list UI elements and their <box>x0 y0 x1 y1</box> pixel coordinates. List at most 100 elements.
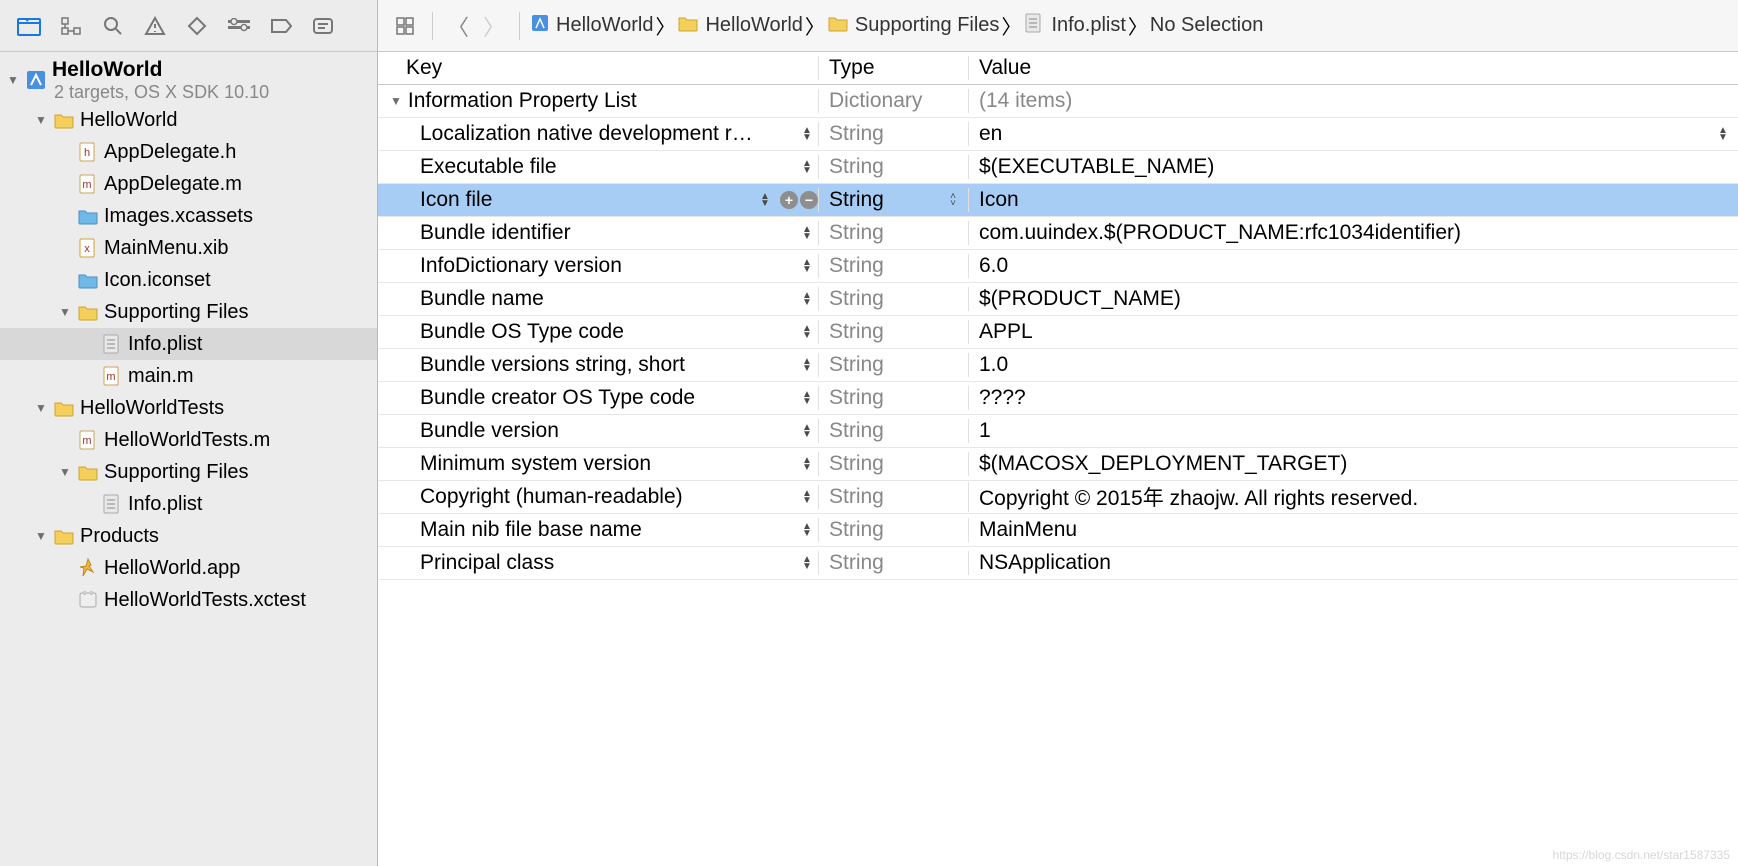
plist-row[interactable]: Bundle identifier▲▼Stringcom.uuindex.$(P… <box>378 217 1738 250</box>
folder-icon <box>677 13 699 39</box>
key-stepper-icon[interactable]: ▲▼ <box>800 292 814 306</box>
plist-value[interactable]: 6.0 <box>968 254 1738 278</box>
tree-row[interactable]: ▼HelloWorld <box>0 104 377 136</box>
plist-value[interactable]: $(MACOSX_DEPLOYMENT_TARGET) <box>968 452 1738 476</box>
key-stepper-icon[interactable]: ▲▼ <box>800 226 814 240</box>
assets-icon <box>76 204 100 228</box>
value-stepper-icon[interactable]: ▲▼ <box>1716 127 1730 141</box>
plist-key: Executable file <box>420 155 800 179</box>
tree-row[interactable]: ▼Products <box>0 520 377 552</box>
key-stepper-icon[interactable]: ▲▼ <box>800 490 814 504</box>
search-navigator-icon[interactable] <box>96 12 130 40</box>
plist-row[interactable]: Localization native development r…▲▼Stri… <box>378 118 1738 151</box>
plist-row[interactable]: Icon file▲▼+−String˄˅Icon <box>378 184 1738 217</box>
plist-value[interactable]: $(PRODUCT_NAME) <box>968 287 1738 311</box>
related-items-icon[interactable] <box>388 12 422 40</box>
plist-value[interactable]: Icon <box>968 188 1738 212</box>
plist-value[interactable]: Copyright © 2015年 zhaojw. All rights res… <box>968 482 1738 512</box>
tree-row[interactable]: HelloWorldTests.xctest <box>0 584 377 616</box>
key-stepper-icon[interactable]: ▲▼ <box>800 127 814 141</box>
plist-value[interactable]: $(EXECUTABLE_NAME) <box>968 155 1738 179</box>
symbol-navigator-icon[interactable] <box>54 12 88 40</box>
plist-value[interactable]: 1 <box>968 419 1738 443</box>
plist-row[interactable]: Copyright (human-readable)▲▼StringCopyri… <box>378 481 1738 514</box>
chevron-right-icon: 〉 <box>805 11 825 40</box>
key-stepper-icon[interactable]: ▲▼ <box>758 193 772 207</box>
header-value[interactable]: Value <box>968 56 1738 80</box>
plist-value[interactable]: APPL <box>968 320 1738 344</box>
tree-row[interactable]: Info.plist <box>0 328 377 360</box>
tree-row[interactable]: xMainMenu.xib <box>0 232 377 264</box>
plist-row[interactable]: Bundle name▲▼String$(PRODUCT_NAME) <box>378 283 1738 316</box>
tree-row[interactable]: HelloWorld.app <box>0 552 377 584</box>
plist-row[interactable]: InfoDictionary version▲▼String6.0 <box>378 250 1738 283</box>
plist-value[interactable]: en▲▼ <box>968 122 1738 146</box>
type-stepper-icon[interactable]: ˄˅ <box>946 193 960 207</box>
disclosure-triangle-icon[interactable]: ▼ <box>34 113 48 127</box>
key-stepper-icon[interactable]: ▲▼ <box>800 259 814 273</box>
header-type[interactable]: Type <box>818 56 968 80</box>
plist-value[interactable]: ???? <box>968 386 1738 410</box>
tree-row[interactable]: Icon.iconset <box>0 264 377 296</box>
tree-row[interactable]: mmain.m <box>0 360 377 392</box>
key-stepper-icon[interactable]: ▲▼ <box>800 325 814 339</box>
svg-text:m: m <box>82 435 91 447</box>
disclosure-triangle-icon[interactable]: ▼ <box>58 305 72 319</box>
tree-row[interactable]: ▼Supporting Files <box>0 296 377 328</box>
plist-row[interactable]: Main nib file base name▲▼StringMainMenu <box>378 514 1738 547</box>
disclosure-triangle-icon[interactable]: ▼ <box>34 529 48 543</box>
plist-row[interactable]: Executable file▲▼String$(EXECUTABLE_NAME… <box>378 151 1738 184</box>
disclosure-triangle-icon[interactable]: ▼ <box>34 401 48 415</box>
add-row-button[interactable]: + <box>780 191 798 209</box>
plist-row[interactable]: Bundle creator OS Type code▲▼String???? <box>378 382 1738 415</box>
plist-row[interactable]: Minimum system version▲▼ String$(MACOSX_D… <box>378 448 1738 481</box>
back-button[interactable]: 〈 <box>443 10 473 42</box>
breakpoint-navigator-icon[interactable] <box>264 12 298 40</box>
plist-row[interactable]: Bundle version▲▼String1 <box>378 415 1738 448</box>
folder-icon <box>76 460 100 484</box>
plist-key: Minimum system version <box>420 452 800 476</box>
plist-value[interactable]: 1.0 <box>968 353 1738 377</box>
issue-navigator-icon[interactable] <box>138 12 172 40</box>
project-root-row[interactable]: ▼ HelloWorld 2 targets, OS X SDK 10.10 <box>0 56 377 104</box>
tree-row[interactable]: mAppDelegate.m <box>0 168 377 200</box>
tree-row-label: HelloWorldTests.xctest <box>104 589 306 612</box>
tree-row[interactable]: ▼HelloWorldTests <box>0 392 377 424</box>
disclosure-triangle-icon[interactable]: ▼ <box>6 73 20 87</box>
tree-row[interactable]: Info.plist <box>0 488 377 520</box>
breadcrumb-item[interactable]: HelloWorld <box>677 13 802 39</box>
tree-row[interactable]: Images.xcassets <box>0 200 377 232</box>
plist-row[interactable]: Bundle versions string, short▲▼String1.0 <box>378 349 1738 382</box>
breadcrumb-item[interactable]: No Selection <box>1150 14 1263 37</box>
key-stepper-icon[interactable]: ▲▼ <box>800 457 814 471</box>
disclosure-triangle-icon[interactable]: ▼ <box>390 94 402 108</box>
breadcrumb-item[interactable]: Info.plist <box>1023 12 1125 40</box>
plist-root-row[interactable]: ▼ Information Property List Dictionary (… <box>378 85 1738 118</box>
key-stepper-icon[interactable]: ▲▼ <box>800 424 814 438</box>
tree-row[interactable]: hAppDelegate.h <box>0 136 377 168</box>
breadcrumb-item[interactable]: Supporting Files <box>827 13 1000 39</box>
header-key[interactable]: Key <box>378 56 818 80</box>
test-navigator-icon[interactable] <box>180 12 214 40</box>
plist-value[interactable]: com.uuindex.$(PRODUCT_NAME:rfc1034identi… <box>968 221 1738 245</box>
forward-button[interactable]: 〉 <box>479 10 509 42</box>
plist-value[interactable]: MainMenu <box>968 518 1738 542</box>
key-stepper-icon[interactable]: ▲▼ <box>800 358 814 372</box>
project-navigator-icon[interactable] <box>12 12 46 40</box>
key-stepper-icon[interactable]: ▲▼ <box>800 556 814 570</box>
disclosure-triangle-icon[interactable]: ▼ <box>58 465 72 479</box>
remove-row-button[interactable]: − <box>800 191 818 209</box>
tree-row[interactable]: mHelloWorldTests.m <box>0 424 377 456</box>
report-navigator-icon[interactable] <box>306 12 340 40</box>
plist-row[interactable]: Principal class▲▼StringNSApplication <box>378 547 1738 580</box>
plist-row[interactable]: Bundle OS Type code▲▼StringAPPL <box>378 316 1738 349</box>
key-stepper-icon[interactable]: ▲▼ <box>800 391 814 405</box>
key-stepper-icon[interactable]: ▲▼ <box>800 160 814 174</box>
breadcrumb-item[interactable]: HelloWorld <box>530 13 653 39</box>
debug-navigator-icon[interactable] <box>222 12 256 40</box>
tree-row[interactable]: ▼Supporting Files <box>0 456 377 488</box>
key-stepper-icon[interactable]: ▲▼ <box>800 523 814 537</box>
plist-key: Copyright (human-readable) <box>420 485 800 509</box>
plist-type: String <box>818 452 968 476</box>
plist-value[interactable]: NSApplication <box>968 551 1738 575</box>
